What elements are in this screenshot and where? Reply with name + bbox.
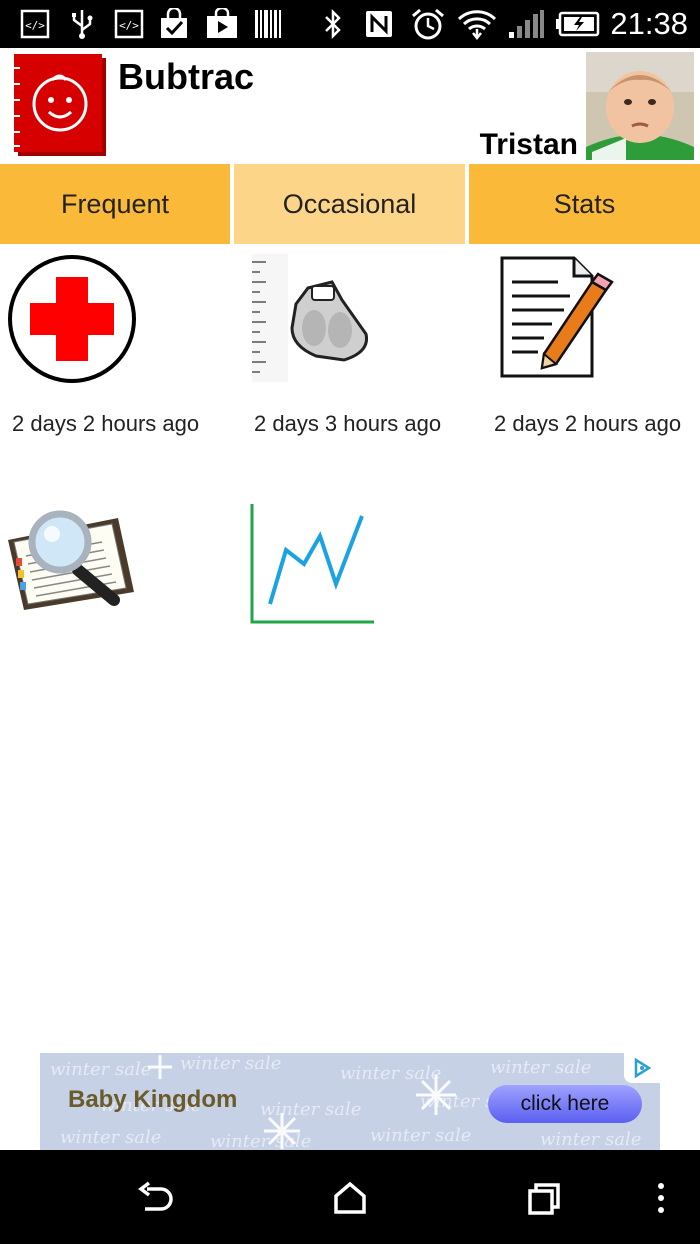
weighing-scale-icon	[248, 252, 388, 392]
battery-charging-icon	[556, 8, 602, 40]
ad-banner[interactable]: winter sale winter sale winter sale winter …	[40, 1053, 660, 1150]
medical-cross-icon	[6, 252, 146, 392]
bluetooth-icon	[318, 8, 348, 40]
wifi-icon	[456, 8, 498, 41]
svg-text:winter sale: winter sale	[50, 1059, 151, 1080]
nfc-icon	[362, 8, 396, 40]
app-title: Bubtrac	[118, 56, 255, 97]
debug-icon: </>	[18, 8, 52, 40]
play-store-icon	[202, 8, 242, 40]
svg-text:winter sale: winter sale	[370, 1125, 471, 1146]
svg-text:winter sale: winter sale	[210, 1131, 311, 1150]
ad-click-button[interactable]: click here	[488, 1085, 642, 1123]
svg-text:winter sale: winter sale	[540, 1129, 641, 1150]
tile-journal[interactable]	[6, 500, 226, 630]
adchoices-icon[interactable]	[624, 1053, 660, 1083]
svg-text:winter sale: winter sale	[60, 1127, 161, 1148]
svg-text:winter sale: winter sale	[260, 1099, 361, 1120]
tile-medical[interactable]: 2 days 2 hours ago	[6, 252, 226, 472]
tab-occasional[interactable]: Occasional	[234, 164, 465, 244]
tab-bar: Frequent Occasional Stats	[0, 164, 700, 244]
debug-icon: </>	[112, 8, 146, 40]
baby-face-logo-icon[interactable]	[12, 54, 110, 158]
line-chart-icon	[248, 500, 388, 640]
navigation-bar	[0, 1150, 700, 1244]
journal-search-icon	[6, 500, 146, 640]
shopping-bag-check-icon	[156, 8, 192, 40]
clock-time: 21:38	[610, 6, 688, 41]
svg-text:winter sale: winter sale	[180, 1053, 281, 1074]
back-icon[interactable]	[130, 1178, 180, 1218]
child-avatar[interactable]	[586, 52, 694, 160]
app-header: Bubtrac Tristan	[0, 48, 700, 164]
status-bar: </> </> 21:38	[0, 0, 700, 48]
tile-chart[interactable]	[248, 500, 468, 630]
svg-text:</>: </>	[119, 19, 139, 32]
svg-text:</>: </>	[25, 19, 45, 32]
tab-frequent[interactable]: Frequent	[0, 164, 230, 244]
barcode-icon	[252, 8, 284, 40]
tile-notes-time: 2 days 2 hours ago	[494, 411, 682, 436]
overflow-menu-icon[interactable]	[636, 1178, 686, 1218]
alarm-clock-icon	[408, 8, 448, 40]
child-name[interactable]: Tristan	[480, 128, 578, 162]
svg-text:winter sale: winter sale	[490, 1057, 591, 1078]
ad-brand: Baby Kingdom	[68, 1086, 238, 1113]
recent-apps-icon[interactable]	[519, 1178, 569, 1218]
signal-icon	[506, 8, 546, 40]
tile-notes[interactable]: 2 days 2 hours ago	[488, 252, 700, 472]
svg-text:winter sale: winter sale	[340, 1063, 441, 1084]
usb-icon	[66, 8, 98, 40]
tile-weight-time: 2 days 3 hours ago	[254, 411, 442, 436]
notepad-pencil-icon	[488, 252, 628, 392]
home-icon[interactable]	[325, 1178, 375, 1218]
tile-weight[interactable]: 2 days 3 hours ago	[248, 252, 468, 472]
tile-medical-time: 2 days 2 hours ago	[12, 411, 200, 436]
tab-stats[interactable]: Stats	[469, 164, 700, 244]
